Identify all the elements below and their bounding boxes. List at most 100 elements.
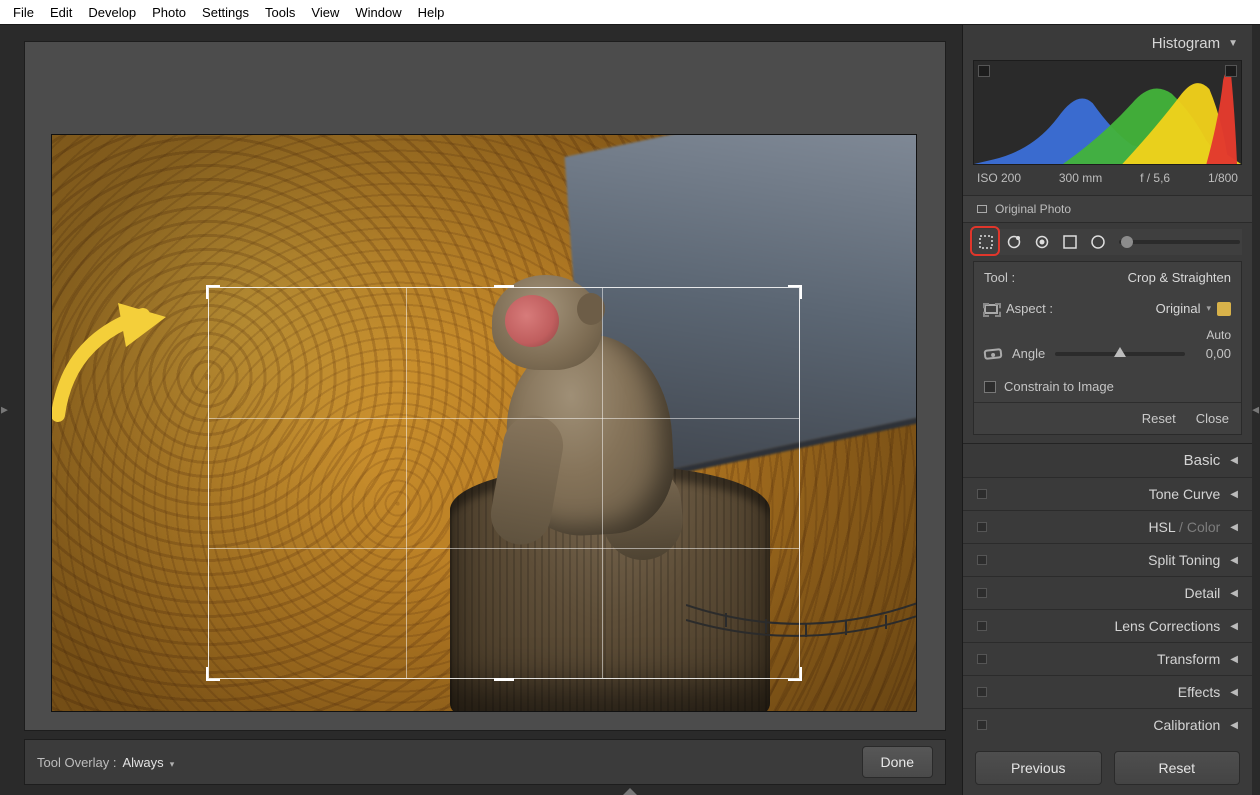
crop-handle-br[interactable]: [788, 667, 802, 681]
footer-buttons: Previous Reset: [963, 741, 1252, 789]
brush-size-slider[interactable]: [1119, 240, 1240, 244]
panel-title: Transform: [1157, 651, 1220, 667]
panel-toggle-icon[interactable]: [977, 621, 987, 631]
reset-button[interactable]: Reset: [1114, 751, 1241, 785]
menu-settings[interactable]: Settings: [195, 2, 256, 23]
crop-grid-line: [209, 548, 799, 549]
meta-iso: ISO 200: [977, 171, 1021, 185]
chevron-right-icon: ▶: [1, 405, 8, 416]
histogram-title: Histogram: [1152, 35, 1220, 52]
menu-edit[interactable]: Edit: [43, 2, 79, 23]
photo-metadata: ISO 200 300 mm f / 5,6 1/800: [963, 165, 1252, 195]
aspect-dropdown[interactable]: Original ▾: [1156, 301, 1231, 316]
panel-split-toning[interactable]: Split Toning◀: [963, 543, 1252, 576]
crop-overlay[interactable]: [208, 287, 800, 679]
panel-toggle-icon[interactable]: [977, 522, 987, 532]
chevron-left-icon: ◀: [1230, 522, 1238, 533]
panel-transform[interactable]: Transform◀: [963, 642, 1252, 675]
radial-tool-button[interactable]: [1087, 231, 1109, 253]
aspect-label: Aspect :: [1006, 301, 1053, 316]
histogram[interactable]: [973, 60, 1242, 165]
angle-auto-button[interactable]: Auto: [1206, 328, 1231, 342]
crop-handle-bl[interactable]: [206, 667, 220, 681]
menu-view[interactable]: View: [304, 2, 346, 23]
right-panel-collapse[interactable]: ◀: [1252, 25, 1260, 795]
panel-title: Lens Corrections: [1114, 618, 1220, 634]
gradient-tool-button[interactable]: [1059, 231, 1081, 253]
constrain-checkbox-row[interactable]: Constrain to Image: [974, 371, 1241, 402]
panel-title: HSL / Color: [1148, 519, 1220, 535]
panel-toggle-icon[interactable]: [977, 687, 987, 697]
aspect-value: Original: [1156, 301, 1201, 316]
slider-knob[interactable]: [1121, 236, 1133, 248]
menu-window[interactable]: Window: [348, 2, 408, 23]
meta-focal: 300 mm: [1059, 171, 1102, 185]
panel-tone-curve[interactable]: Tone Curve◀: [963, 477, 1252, 510]
chevron-left-icon: ◀: [1230, 687, 1238, 698]
menu-develop[interactable]: Develop: [81, 2, 143, 23]
spot-tool-button[interactable]: [1003, 231, 1025, 253]
original-photo-label: Original Photo: [995, 202, 1071, 216]
chevron-left-icon: ◀: [1230, 489, 1238, 500]
panel-toggle-icon[interactable]: [977, 555, 987, 565]
crop-grid-line: [602, 288, 603, 678]
checkbox-icon[interactable]: [984, 381, 996, 393]
chevron-left-icon: ◀: [1230, 588, 1238, 599]
menu-tools[interactable]: Tools: [258, 2, 302, 23]
chevron-left-icon: ◀: [1252, 405, 1259, 416]
lock-icon[interactable]: [1217, 302, 1231, 316]
crop-reset-button[interactable]: Reset: [1142, 411, 1176, 426]
filmstrip-expand-icon[interactable]: [623, 788, 637, 795]
panel-toggle-icon[interactable]: [977, 720, 987, 730]
panel-hsl-color[interactable]: HSL / Color ◀: [963, 510, 1252, 543]
photo[interactable]: [51, 134, 917, 712]
previous-button[interactable]: Previous: [975, 751, 1102, 785]
crop-handle-top[interactable]: [494, 285, 514, 288]
chevron-down-icon: ▾: [1206, 303, 1211, 314]
tool-overlay-dropdown[interactable]: Always ▾: [122, 755, 174, 770]
panel-toggle-icon[interactable]: [977, 654, 987, 664]
crop-close-button[interactable]: Close: [1196, 411, 1229, 426]
crop-handle-tl[interactable]: [206, 285, 220, 299]
menu-file[interactable]: File: [6, 2, 41, 23]
panel-effects[interactable]: Effects◀: [963, 675, 1252, 708]
crop-handle-tr[interactable]: [788, 285, 802, 299]
menu-photo[interactable]: Photo: [145, 2, 193, 23]
canvas-wrap: Tool Overlay : Always ▾ Done: [8, 25, 962, 795]
panel-calibration[interactable]: Calibration◀: [963, 708, 1252, 741]
histogram-header[interactable]: Histogram ▼: [963, 25, 1252, 60]
right-panel: Histogram ▼ ISO 200 300 mm f / 5,6 1/800: [962, 25, 1252, 795]
tool-overlay-value: Always: [122, 755, 163, 770]
panel-title: Detail: [1185, 585, 1221, 601]
level-icon[interactable]: [984, 348, 1003, 360]
tool-overlay-label: Tool Overlay :: [37, 755, 116, 770]
crop-handle-bottom[interactable]: [494, 678, 514, 681]
crop-panel: Tool : Crop & Straighten Aspect : Origin…: [973, 261, 1242, 435]
crop-tool-button[interactable]: [975, 231, 997, 253]
clipping-highlights-icon[interactable]: [1225, 65, 1237, 77]
done-button[interactable]: Done: [862, 746, 933, 778]
menu-help[interactable]: Help: [411, 2, 452, 23]
crop-icon: [984, 304, 998, 314]
crop-grid-line: [209, 418, 799, 419]
constrain-label: Constrain to Image: [1004, 379, 1114, 394]
panel-toggle-icon[interactable]: [977, 588, 987, 598]
tool-label: Tool :: [984, 270, 1015, 285]
main-area: Tool Overlay : Always ▾ Done Histogram ▼: [8, 25, 1252, 795]
canvas[interactable]: [24, 41, 946, 731]
panel-lens-corrections[interactable]: Lens Corrections◀: [963, 609, 1252, 642]
original-photo-toggle[interactable]: Original Photo: [963, 195, 1252, 223]
chevron-down-icon: ▾: [167, 759, 174, 769]
panel-toggle-icon[interactable]: [977, 489, 987, 499]
panel-basic[interactable]: Basic◀: [963, 443, 1252, 477]
slider-knob[interactable]: [1114, 347, 1126, 357]
left-panel-collapse[interactable]: ▶: [0, 25, 8, 795]
angle-slider[interactable]: [1055, 352, 1185, 356]
clipping-shadows-icon[interactable]: [978, 65, 990, 77]
panel-title: Split Toning: [1148, 552, 1220, 568]
rectangle-icon: [977, 205, 987, 213]
tool-strip: [973, 229, 1242, 255]
angle-value: 0,00: [1195, 346, 1231, 361]
panel-detail[interactable]: Detail ◀: [963, 576, 1252, 609]
redeye-tool-button[interactable]: [1031, 231, 1053, 253]
